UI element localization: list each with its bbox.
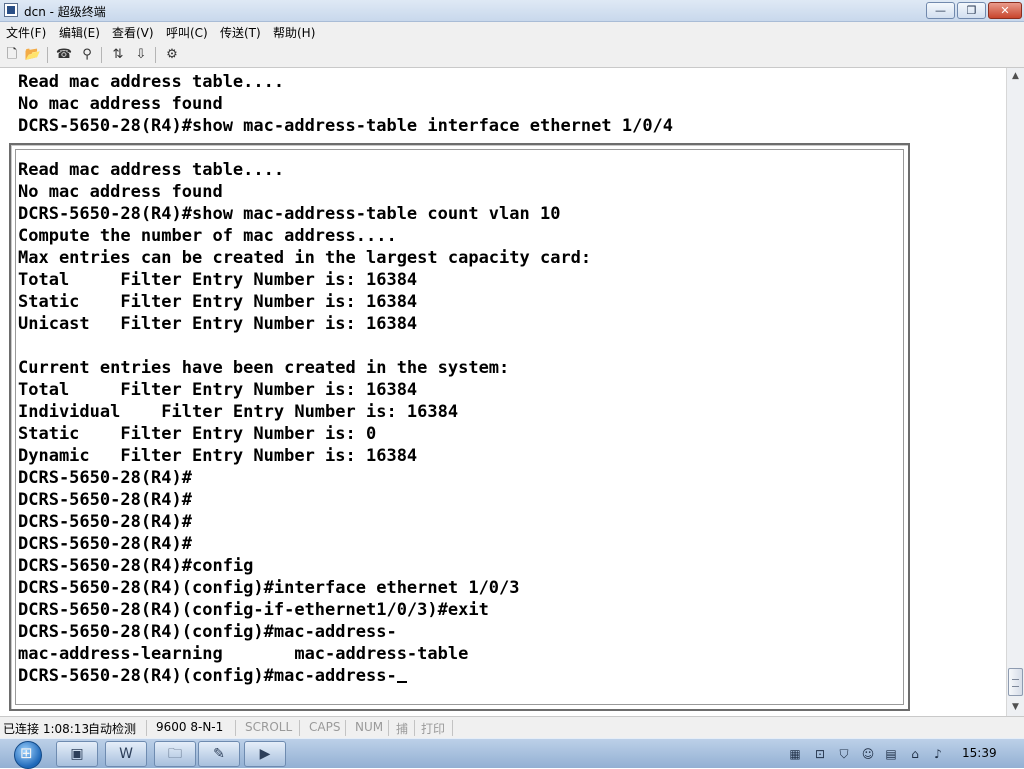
status-detect: 自动检测	[88, 722, 137, 736]
toolbar-separator	[47, 47, 48, 63]
status-print: 打印	[421, 722, 446, 736]
disconnect-icon[interactable]: ☎	[55, 46, 73, 64]
menu-file[interactable]: 文件(F)	[6, 24, 46, 41]
dial-icon[interactable]: ⚲	[78, 46, 96, 64]
receive-icon[interactable]: ⇩	[132, 46, 150, 64]
toolbar-separator	[101, 47, 102, 63]
terminal-line: No mac address found	[18, 94, 223, 114]
folder-icon[interactable]: 🗀	[154, 741, 196, 767]
terminal-line: Current entries have been created in the…	[18, 358, 510, 378]
clipboard-icon[interactable]: ▤	[883, 746, 899, 762]
status-capture: 捕	[396, 722, 409, 736]
status-separator	[146, 720, 147, 736]
vertical-scrollbar[interactable]: ▲ ▼	[1006, 68, 1024, 716]
toolbar-separator	[155, 47, 156, 63]
scroll-down-arrow-icon[interactable]: ▼	[1007, 699, 1024, 716]
properties-icon[interactable]: ⚙	[163, 46, 181, 64]
status-num: NUM	[355, 720, 384, 734]
taskbar: ▣ W 🗀 ✎ ▶ ▦ ⊡ ⛉ ☺ ▤ ⌂ ♪ 15:39	[0, 738, 1024, 769]
status-caps: CAPS	[309, 720, 341, 734]
terminal-line: DCRS-5650-28(R4)#show mac-address-table …	[18, 204, 561, 224]
terminal-line: DCRS-5650-28(R4)#config	[18, 556, 254, 576]
terminal-line: DCRS-5650-28(R4)#	[18, 490, 192, 510]
terminal-line: DCRS-5650-28(R4)(config)#interface ether…	[18, 578, 520, 598]
status-connection: 已连接 1:08:13	[3, 722, 90, 736]
terminal-prompt-line[interactable]: DCRS-5650-28(R4)(config)#mac-address-	[18, 665, 407, 687]
word-icon[interactable]: W	[105, 741, 147, 767]
terminal-line: Compute the number of mac address....	[18, 226, 397, 246]
menu-transfer[interactable]: 传送(T)	[220, 24, 261, 41]
terminal-line: mac-address-learning mac-address-table	[18, 644, 469, 664]
terminal-line: DCRS-5650-28(R4)#	[18, 468, 192, 488]
network-meter-icon[interactable]: ▦	[787, 746, 803, 762]
title-bar: dcn - 超级终端 — ❐ ✕	[0, 0, 1024, 22]
open-icon[interactable]: 📂	[24, 46, 42, 64]
window-title: dcn - 超级终端	[24, 5, 106, 19]
status-separator	[414, 720, 415, 736]
shield-icon[interactable]: ⛉	[836, 746, 852, 762]
menu-edit[interactable]: 编辑(E)	[59, 24, 100, 41]
terminal-line: DCRS-5650-28(R4)#	[18, 512, 192, 532]
scroll-up-arrow-icon[interactable]: ▲	[1007, 68, 1024, 85]
clock[interactable]: 15:39	[962, 746, 997, 760]
terminal-line: DCRS-5650-28(R4)#show mac-address-table …	[18, 116, 674, 136]
menu-bar: 文件(F) 编辑(E) 查看(V) 呼叫(C) 传送(T) 帮助(H)	[0, 22, 1024, 42]
terminal-line: Dynamic Filter Entry Number is: 16384	[18, 446, 418, 466]
text-cursor	[396, 667, 407, 683]
maximize-button[interactable]: ❐	[957, 2, 986, 19]
ppt-icon[interactable]: ▶	[244, 741, 286, 767]
terminal-line: Unicast Filter Entry Number is: 16384	[18, 314, 418, 334]
terminal-line: DCRS-5650-28(R4)(config-if-ethernet1/0/3…	[18, 600, 489, 620]
status-separator	[388, 720, 389, 736]
start-button[interactable]	[8, 739, 46, 769]
status-separator	[345, 720, 346, 736]
terminal-line: Total Filter Entry Number is: 16384	[18, 380, 418, 400]
status-bar: 已连接 1:08:13 自动检测 9600 8-N-1 SCROLL CAPS …	[0, 716, 1024, 738]
send-icon[interactable]: ⇅	[109, 46, 127, 64]
status-scroll: SCROLL	[245, 720, 293, 734]
messenger-icon[interactable]: ☺	[860, 746, 876, 762]
status-separator	[452, 720, 453, 736]
scroll-thumb[interactable]	[1008, 668, 1023, 696]
network-icon[interactable]: ⌂	[907, 746, 923, 762]
menu-help[interactable]: 帮助(H)	[273, 24, 315, 41]
volume-icon[interactable]: ♪	[930, 746, 946, 762]
menu-call[interactable]: 呼叫(C)	[166, 24, 208, 41]
terminal-line: DCRS-5650-28(R4)(config)#mac-address-	[18, 622, 397, 642]
connection-icon[interactable]: ⊡	[812, 746, 828, 762]
menu-view[interactable]: 查看(V)	[112, 24, 154, 41]
toolbar: 🗋 📂 ☎ ⚲ ⇅ ⇩ ⚙	[0, 42, 1024, 68]
prompt-text: DCRS-5650-28(R4)(config)#mac-address-	[18, 666, 397, 686]
terminal-line: Max entries can be created in the larges…	[18, 248, 592, 268]
hyperterminal-icon[interactable]	[4, 3, 18, 17]
terminal-line: Read mac address table....	[18, 160, 285, 180]
terminal-line: Individual Filter Entry Number is: 16384	[18, 402, 459, 422]
paint-icon[interactable]: ✎	[198, 741, 240, 767]
terminal-line: Static Filter Entry Number is: 16384	[18, 292, 418, 312]
new-icon[interactable]: 🗋	[3, 46, 21, 64]
explorer-icon[interactable]: ▣	[56, 741, 98, 767]
minimize-button[interactable]: —	[926, 2, 955, 19]
terminal-line: Total Filter Entry Number is: 16384	[18, 270, 418, 290]
terminal-line: Static Filter Entry Number is: 0	[18, 424, 377, 444]
status-separator	[299, 720, 300, 736]
terminal-line: No mac address found	[18, 182, 223, 202]
terminal-line: Read mac address table....	[18, 72, 285, 92]
status-port: 9600 8-N-1	[156, 720, 224, 734]
close-button[interactable]: ✕	[988, 2, 1022, 19]
status-separator	[235, 720, 236, 736]
terminal-line: DCRS-5650-28(R4)#	[18, 534, 192, 554]
